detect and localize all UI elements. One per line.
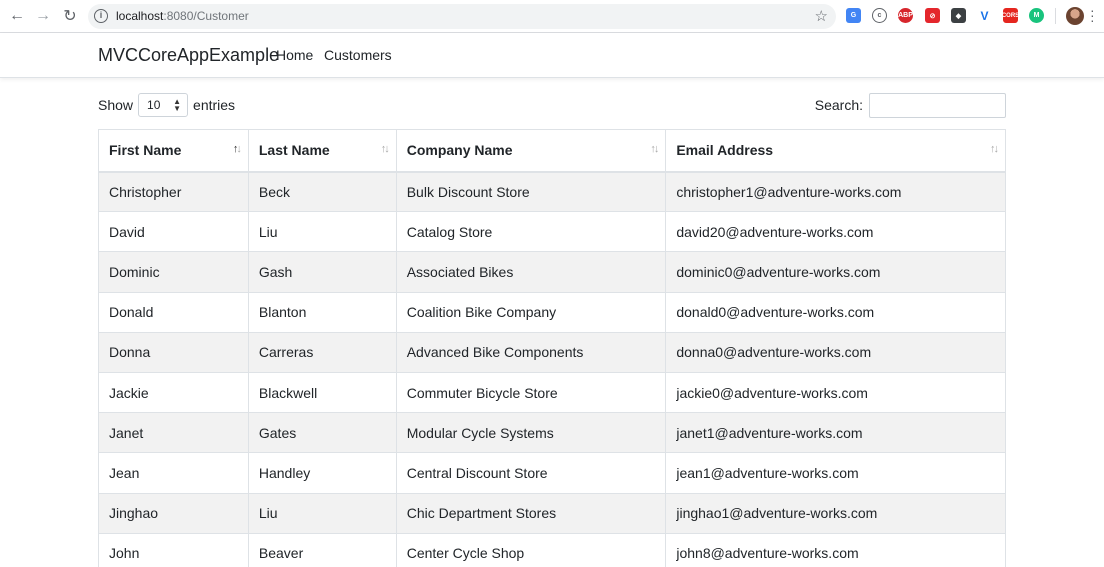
show-label: Show <box>98 97 134 113</box>
green-m-icon[interactable]: M <box>1029 8 1044 23</box>
table-cell: dominic0@adventure-works.com <box>665 251 1006 293</box>
table-cell: Liu <box>247 492 397 534</box>
app-navbar: MVCCoreAppExample Home Customers <box>0 33 1104 78</box>
table-cell: christopher1@adventure-works.com <box>665 170 1006 213</box>
browser-toolbar: ← → ↻ i localhost:8080/Customer ☆ G c AB… <box>0 0 1104 33</box>
url-path: :8080/Customer <box>163 9 249 23</box>
table-cell: donald0@adventure-works.com <box>665 291 1006 333</box>
table-cell: jean1@adventure-works.com <box>665 452 1006 494</box>
table-cell: Commuter Bicycle Store <box>395 371 667 414</box>
table-row: David Liu Catalog Store david20@adventure-w… <box>98 211 1006 253</box>
table-cell: Janet <box>98 412 249 454</box>
column-header-label: Company Name <box>406 142 513 159</box>
shield-icon[interactable]: ◆ <box>951 8 966 23</box>
circle-c-icon[interactable]: c <box>872 8 887 23</box>
toolbar-divider <box>1055 8 1056 24</box>
table-row: Janet Gates Modular Cycle Systems janet1@ad… <box>98 412 1006 454</box>
table-row: Dominic Gash Associated Bikes dominic0@adve… <box>98 251 1006 293</box>
table-cell: Catalog Store <box>395 211 667 253</box>
sort-arrows-icon: ↑↓ <box>650 143 659 155</box>
column-header-company-name[interactable]: Company Name ↑↓ <box>395 129 667 173</box>
back-arrow-icon[interactable]: ← <box>6 5 28 27</box>
column-header-first-name[interactable]: First Name ↑↓ <box>98 129 249 173</box>
table-cell: Donald <box>98 291 249 333</box>
nav-link-customers[interactable]: Customers <box>324 47 392 63</box>
address-bar[interactable]: i localhost:8080/Customer ☆ <box>88 4 836 29</box>
navbar-brand[interactable]: MVCCoreAppExample <box>98 45 279 66</box>
table-row: Jinghao Liu Chic Department Stores jinghao1… <box>98 492 1006 534</box>
table-cell: Gash <box>247 251 397 293</box>
page-length-control: Show 10 ▲ ▼ entries <box>98 92 235 118</box>
column-header-last-name[interactable]: Last Name ↑↓ <box>247 129 397 173</box>
table-cell: John <box>98 532 249 567</box>
menu-dots-icon[interactable]: · · · <box>1090 3 1095 27</box>
column-header-email-address[interactable]: Email Address ↑↓ <box>665 129 1006 173</box>
table-cell: Dominic <box>98 251 249 293</box>
table-cell: Jean <box>98 452 249 494</box>
table-cell: Bulk Discount Store <box>395 170 667 213</box>
table-body: Christopher Beck Bulk Discount Store christ… <box>98 170 1006 567</box>
table-cell: janet1@adventure-works.com <box>665 412 1006 454</box>
nav-link-home[interactable]: Home <box>276 47 313 63</box>
flash-block-icon[interactable]: ⊘ <box>925 8 940 23</box>
table-row: Jackie Blackwell Commuter Bicycle Store jac… <box>98 371 1006 414</box>
select-chevron-icon: ▲ ▼ <box>173 97 182 113</box>
table-cell: Gates <box>247 412 397 454</box>
table-cell: Christopher <box>98 170 249 213</box>
column-header-label: Email Address <box>676 142 774 159</box>
v-icon[interactable]: V <box>977 8 992 23</box>
info-icon[interactable]: i <box>94 9 108 23</box>
table-cell: David <box>98 211 249 253</box>
table-cell: david20@adventure-works.com <box>665 211 1006 253</box>
entries-label: entries <box>193 97 236 113</box>
forward-arrow-icon[interactable]: → <box>32 5 54 27</box>
abp-icon[interactable]: ABP <box>898 8 913 23</box>
table-cell: Carreras <box>247 331 397 373</box>
translate-icon[interactable]: G <box>846 8 861 23</box>
profile-avatar[interactable] <box>1066 7 1084 25</box>
table-header-row: First Name ↑↓ Last Name ↑↓ Company Name ↑↓ Ema… <box>98 129 1006 173</box>
table-cell: Beaver <box>247 532 397 567</box>
search-input[interactable] <box>869 92 1006 118</box>
search-label: Search: <box>814 97 863 113</box>
url-host: localhost <box>116 9 164 23</box>
table-row: Donald Blanton Coalition Bike Company donal… <box>98 291 1006 333</box>
cors-icon[interactable]: CORS <box>1002 8 1019 23</box>
table-row: Donna Carreras Advanced Bike Components don… <box>98 331 1006 373</box>
table-cell: Handley <box>247 452 397 494</box>
table-cell: Blanton <box>247 291 397 333</box>
table-cell: Coalition Bike Company <box>395 291 667 333</box>
table-cell: jackie0@adventure-works.com <box>665 371 1006 414</box>
table-cell: Associated Bikes <box>395 251 667 293</box>
sort-arrows-icon: ↑↓ <box>380 143 390 155</box>
table-row: Christopher Beck Bulk Discount Store christ… <box>98 170 1006 213</box>
table-cell: john8@adventure-works.com <box>665 532 1006 567</box>
table-cell: donna0@adventure-works.com <box>665 331 1006 373</box>
table-row: Jean Handley Central Discount Store jean1@a… <box>98 452 1006 494</box>
reload-icon[interactable]: ↻ <box>59 5 81 27</box>
page-length-value: 10 <box>147 98 161 112</box>
customers-table: First Name ↑↓ Last Name ↑↓ Company Name ↑↓ Ema… <box>98 129 1006 567</box>
bookmark-star-icon[interactable]: ☆ <box>815 7 828 25</box>
table-cell: Liu <box>247 211 397 253</box>
page-length-select[interactable]: 10 ▲ ▼ <box>138 93 189 117</box>
table-cell: Advanced Bike Components <box>395 331 667 373</box>
table-cell: Central Discount Store <box>395 452 667 494</box>
search-control: Search: <box>815 92 1006 118</box>
table-cell: Jackie <box>98 371 249 414</box>
table-cell: Jinghao <box>98 492 249 534</box>
column-header-label: Last Name <box>258 142 330 159</box>
column-header-label: First Name <box>109 142 182 159</box>
table-row: John Beaver Center Cycle Shop john8@adventu… <box>98 532 1006 567</box>
sort-arrows-icon: ↑↓ <box>232 143 242 155</box>
table-cell: Beck <box>247 170 397 213</box>
sort-arrows-icon: ↑↓ <box>990 143 999 155</box>
table-cell: Modular Cycle Systems <box>395 412 667 454</box>
table-cell: Donna <box>98 331 249 373</box>
table-cell: Chic Department Stores <box>395 492 667 534</box>
table-cell: jinghao1@adventure-works.com <box>665 492 1006 534</box>
table-cell: Blackwell <box>247 371 397 414</box>
table-cell: Center Cycle Shop <box>395 532 667 567</box>
url-text[interactable]: localhost:8080/Customer <box>116 9 249 23</box>
